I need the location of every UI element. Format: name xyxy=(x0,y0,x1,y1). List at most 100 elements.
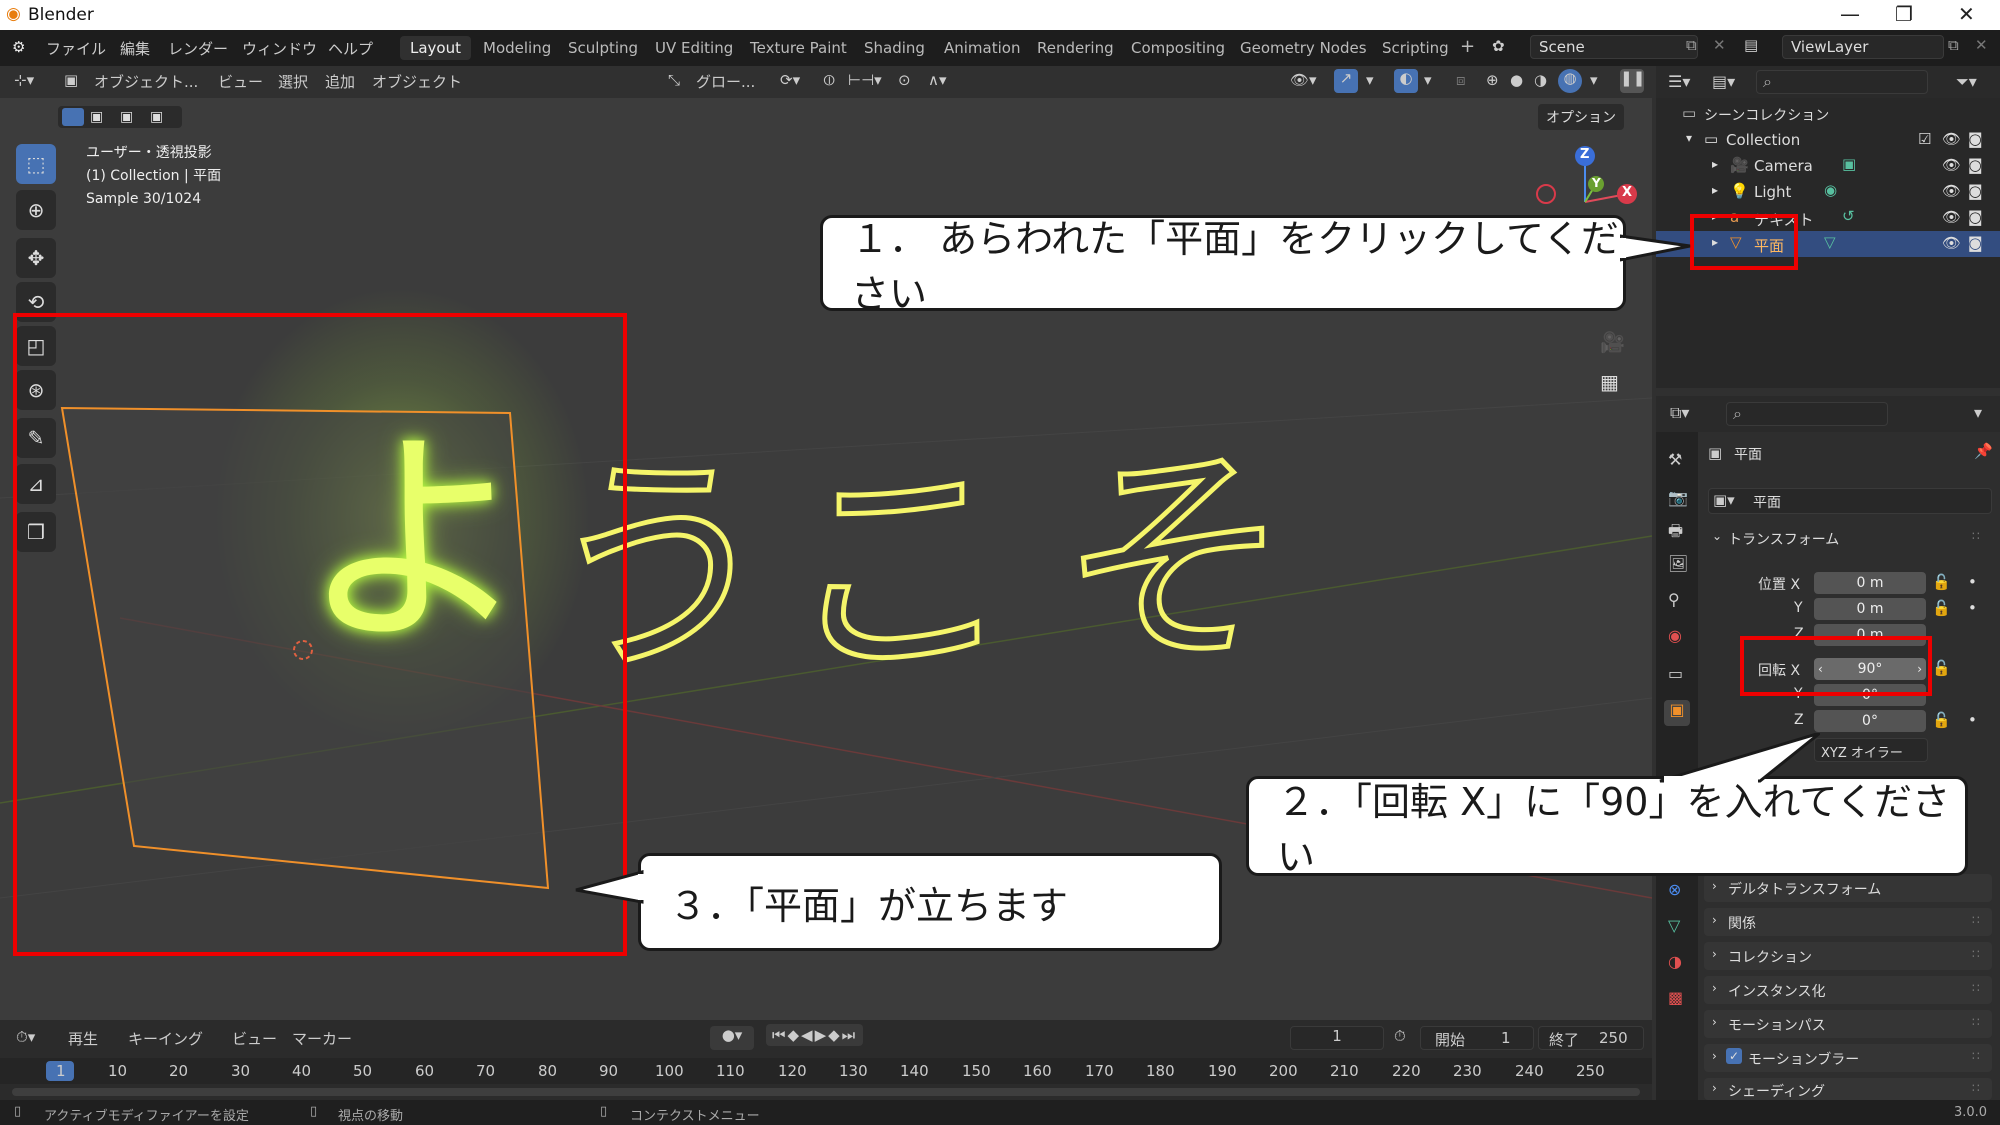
menu-object[interactable]: オブジェクト xyxy=(372,71,462,92)
tab-uv-editing[interactable]: UV Editing xyxy=(645,36,743,60)
drag-handle-icon[interactable]: ∷ xyxy=(1972,1049,1980,1063)
wireframe-shading-icon[interactable]: ⊕ xyxy=(1486,71,1499,89)
end-frame-field[interactable]: 終了 250 xyxy=(1538,1026,1644,1050)
select-mode-buttons[interactable]: ▣ ▣ ▣ xyxy=(58,106,182,128)
drag-handle-icon[interactable]: ∷ xyxy=(1972,981,1980,995)
camera-render-icon[interactable]: ◙ xyxy=(1968,182,1983,200)
drag-handle-icon[interactable]: ∷ xyxy=(1972,913,1980,927)
camera-render-icon[interactable]: ◙ xyxy=(1968,130,1983,148)
motion-paths-panel[interactable]: › モーションパス ∷ xyxy=(1704,1010,1992,1038)
drag-handle-icon[interactable]: ∷ xyxy=(1972,529,1980,543)
collections-panel[interactable]: › コレクション ∷ xyxy=(1704,942,1992,970)
pin-icon[interactable]: 📌 xyxy=(1974,442,1993,460)
copy-scene-icon[interactable]: ⧉ xyxy=(1686,36,1697,54)
tab-geometry-nodes[interactable]: Geometry Nodes xyxy=(1230,36,1377,60)
delete-scene-icon[interactable]: ✕ xyxy=(1713,36,1726,54)
lock-icon[interactable]: 🔓 xyxy=(1932,659,1951,677)
outliner-search-input[interactable]: ⌕ xyxy=(1756,70,1928,94)
snap-target-icon[interactable]: ⊢⊣▾ xyxy=(848,71,882,89)
add-workspace-button[interactable]: + xyxy=(1450,33,1485,60)
motion-blur-checkbox[interactable]: ✓ xyxy=(1726,1048,1742,1064)
menu-help[interactable]: ヘルプ xyxy=(328,38,373,59)
close-button[interactable]: ✕ xyxy=(1958,2,1975,26)
mesh-data-icon[interactable]: ▽ xyxy=(1824,233,1836,251)
filter-icon[interactable]: ⏷▾ xyxy=(1956,72,1977,92)
keyframe-dot-icon[interactable]: • xyxy=(1968,711,1977,729)
menu-edit[interactable]: 編集 xyxy=(120,38,150,59)
gizmo-dropdown-icon[interactable]: ▾ xyxy=(1366,71,1374,89)
gizmo-toggle-icon[interactable]: ↗ xyxy=(1334,69,1358,93)
world-tab-icon[interactable]: ◉ xyxy=(1668,626,1682,645)
motion-blur-panel[interactable]: › ✓ モーションブラー ∷ xyxy=(1704,1044,1992,1072)
expand-light-icon[interactable]: ▸ xyxy=(1712,183,1718,197)
eye-icon[interactable]: 👁 xyxy=(1942,130,1961,148)
camera-render-icon[interactable]: ◙ xyxy=(1968,234,1983,252)
keyframe-dot-icon[interactable]: • xyxy=(1968,573,1977,591)
menu-keying[interactable]: キーイング xyxy=(128,1028,203,1049)
perspective-toggle-icon[interactable]: ▦ xyxy=(1600,370,1619,394)
properties-editor-type-icon[interactable]: ⧉▾ xyxy=(1670,403,1689,423)
pause-render-icon[interactable]: ❚❚ xyxy=(1620,69,1645,93)
shading-panel[interactable]: › シェーディング ∷ xyxy=(1704,1078,1992,1100)
select-subtract-icon[interactable]: ▣ xyxy=(120,109,133,125)
output-tab-icon[interactable]: 🖶 xyxy=(1668,520,1683,547)
menu-file[interactable]: ファイル xyxy=(46,38,106,59)
lock-icon[interactable]: 🔓 xyxy=(1932,711,1951,729)
eye-icon[interactable]: 👁 xyxy=(1942,182,1961,200)
rendered-shading-icon[interactable]: ◍ xyxy=(1558,69,1582,93)
rotation-z-field[interactable]: 0° xyxy=(1814,710,1926,732)
shading-dropdown-icon[interactable]: ▾ xyxy=(1590,71,1598,89)
viewlayer-selector[interactable]: ViewLayer xyxy=(1782,35,1944,59)
timeline-scrollbar[interactable] xyxy=(12,1088,1640,1096)
tab-scripting[interactable]: Scripting xyxy=(1372,36,1459,60)
outliner-editor-type-icon[interactable]: ☰▾ xyxy=(1668,72,1690,91)
falloff-icon[interactable]: ∧▾ xyxy=(928,71,947,89)
camera-render-icon[interactable]: ◙ xyxy=(1968,208,1983,226)
view-layer-tab-icon[interactable]: 🖼 xyxy=(1668,554,1688,573)
visibility-icon[interactable]: 👁▾ xyxy=(1290,71,1317,89)
xray-icon[interactable]: ⧈ xyxy=(1456,71,1466,89)
timeline-ruler[interactable]: 1 10 20 30 40 50 60 70 80 90 100 110 120… xyxy=(0,1058,1652,1084)
overlay-dropdown-icon[interactable]: ▾ xyxy=(1424,71,1432,89)
tab-shading[interactable]: Shading xyxy=(854,36,935,60)
menu-add[interactable]: 追加 xyxy=(325,71,355,92)
texture-tab-icon[interactable]: ▩ xyxy=(1668,988,1683,1007)
snap-icon[interactable]: ⦶ xyxy=(824,71,835,89)
timeline-editor-type-icon[interactable]: ⏱▾ xyxy=(16,1028,35,1046)
tab-layout[interactable]: Layout xyxy=(400,36,471,60)
start-frame-field[interactable]: 開始 1 xyxy=(1420,1026,1534,1050)
lock-icon[interactable]: 🔓 xyxy=(1932,599,1951,617)
camera-data-icon[interactable]: ▣ xyxy=(1842,155,1856,173)
tab-sculpting[interactable]: Sculpting xyxy=(558,36,648,60)
outliner-item-light[interactable]: ▸ 💡 Light ◉ 👁 ◙ xyxy=(1656,179,2000,205)
playback-controls[interactable]: ⏮◆◀▶◆⏭ xyxy=(766,1024,864,1046)
solid-shading-icon[interactable]: ● xyxy=(1510,71,1523,89)
editor-type-icon[interactable]: ⊹▾ xyxy=(14,71,34,89)
collection-tab-icon[interactable]: ▭ xyxy=(1668,664,1683,683)
eye-icon[interactable]: 👁 xyxy=(1942,234,1961,252)
location-y-field[interactable]: 0 m xyxy=(1814,598,1926,620)
select-box-tool-icon[interactable]: ⬚ xyxy=(16,144,56,184)
maximize-button[interactable]: ❐ xyxy=(1895,2,1913,26)
light-data-icon[interactable]: ◉ xyxy=(1824,181,1837,199)
select-extend-icon[interactable]: ▣ xyxy=(90,109,103,125)
rotation-mode-selector[interactable]: XYZ オイラー xyxy=(1814,738,1928,762)
menu-timeline-view[interactable]: ビュー xyxy=(232,1028,277,1049)
menu-playback[interactable]: 再生 xyxy=(68,1028,98,1049)
cursor-tool-icon[interactable]: ⊕ xyxy=(16,190,56,230)
preview-range-icon[interactable]: ⏱ xyxy=(1394,1027,1406,1045)
tab-rendering[interactable]: Rendering xyxy=(1027,36,1124,60)
drag-handle-icon[interactable]: ∷ xyxy=(1972,1015,1980,1029)
properties-options-icon[interactable]: ▾ xyxy=(1974,403,1982,422)
camera-view-icon[interactable]: 🎥 xyxy=(1600,330,1625,354)
object-name-field[interactable]: ▣▾ 平面 xyxy=(1708,488,1992,514)
move-tool-icon[interactable]: ✥ xyxy=(16,238,56,278)
transform-orientation-selector[interactable]: グロー... xyxy=(696,71,755,92)
outliner-scene-collection[interactable]: ▭ シーンコレクション xyxy=(1656,101,2000,127)
material-tab-icon[interactable]: ◑ xyxy=(1668,952,1682,971)
blender-menu-icon[interactable]: ⚙ xyxy=(12,38,25,56)
camera-render-icon[interactable]: ◙ xyxy=(1968,156,1983,174)
relations-panel[interactable]: › 関係 ∷ xyxy=(1704,908,1992,936)
outliner-item-collection[interactable]: ▾ ▭ Collection ☑ 👁 ◙ xyxy=(1656,127,2000,153)
render-tab-icon[interactable]: 📷 xyxy=(1668,488,1688,507)
